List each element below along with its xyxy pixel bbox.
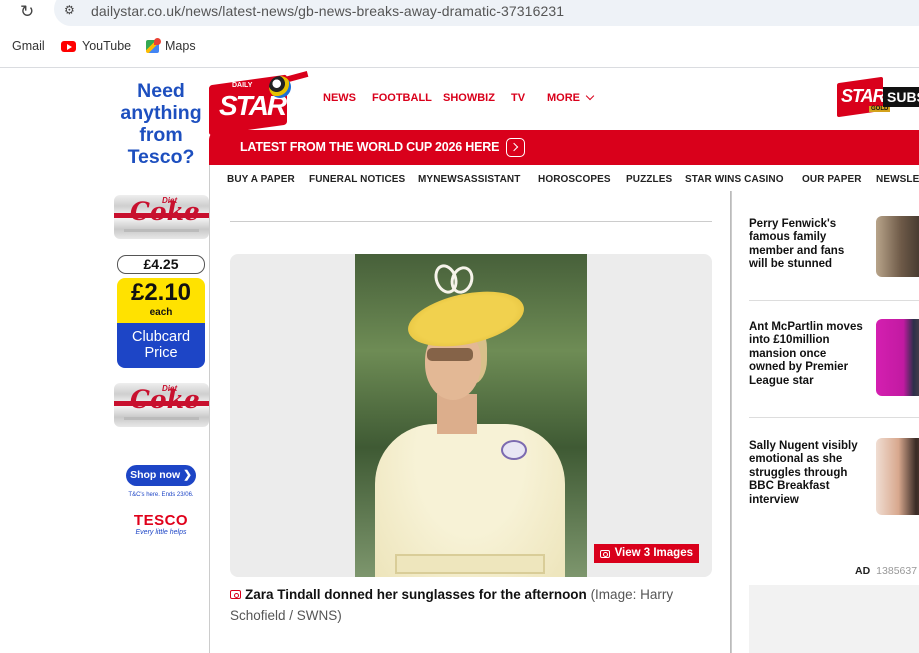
subnav-horoscopes[interactable]: HOROSCOPES [538, 174, 611, 185]
subnav-buy-a-paper[interactable]: BUY A PAPER [227, 174, 295, 185]
subnav-funeral-notices[interactable]: FUNERAL NOTICES [309, 174, 405, 185]
story-thumbnail[interactable] [876, 438, 919, 515]
camera-icon [230, 590, 241, 599]
neck [437, 394, 477, 434]
clubcard-label: Clubcard Price [117, 323, 205, 368]
bookmark-youtube[interactable]: YouTube [61, 39, 131, 53]
ad-headline-line: anything [120, 102, 202, 124]
story-title[interactable]: Perry Fenwick's famous family member and… [749, 218, 863, 272]
ad-terms[interactable]: T&C's here. Ends 23/06. [112, 492, 210, 498]
ad-slot[interactable] [749, 585, 919, 653]
bookmark-label: Maps [165, 39, 196, 53]
subnav-star-wins-casino[interactable]: STAR WINS CASINO [685, 174, 784, 185]
nav-showbiz[interactable]: SHOWBIZ [443, 92, 495, 104]
view-images-button[interactable]: View 3 Images [593, 544, 699, 563]
site-info-icon[interactable]: ⚙ [64, 3, 78, 17]
story-thumbnail[interactable] [876, 216, 919, 277]
address-bar-row: ↻ ⚙ dailystar.co.uk/news/latest-news/gb-… [0, 0, 919, 27]
article-column: View 3 Images Zara Tindall donned her su… [209, 191, 731, 653]
racecourse-badge [501, 440, 527, 460]
nav-more[interactable]: MORE [547, 91, 595, 104]
url-text[interactable]: dailystar.co.uk/news/latest-news/gb-news… [91, 3, 564, 19]
ad-label: AD 1385637 [855, 565, 917, 577]
price-each: each [149, 307, 173, 318]
related-story[interactable]: Ant McPartlin moves into £10million mans… [749, 319, 919, 401]
ad-headline: Need anything from Tesco? [112, 80, 210, 168]
nav-news[interactable]: NEWS [323, 92, 356, 104]
related-story[interactable]: Perry Fenwick's famous family member and… [749, 216, 919, 280]
article-image-gallery[interactable]: View 3 Images [230, 254, 712, 577]
can-stripe [124, 417, 199, 420]
bookmark-maps[interactable]: Maps [146, 37, 196, 53]
story-thumbnail[interactable] [876, 319, 919, 396]
bookmark-label: YouTube [82, 39, 132, 53]
subnav-our-paper[interactable]: OUR PAPER [802, 174, 862, 185]
clubcard-price-box: £2.10 each Clubcard Price [117, 278, 205, 368]
tesco-strapline: Every little helps [135, 529, 187, 536]
ad-headline-line: Need [137, 80, 185, 102]
banner-text: LATEST FROM THE WORLD CUP 2026 HERE [240, 140, 500, 154]
youtube-icon [61, 40, 76, 52]
bookmark-label: Gmail [12, 39, 45, 53]
daily-star-logo[interactable]: DAILY STAR [209, 70, 309, 136]
old-price: £4.25 [117, 255, 205, 274]
diet-label: Diet [162, 196, 178, 205]
can-stripe [124, 229, 199, 232]
divider [749, 300, 919, 301]
nav-football[interactable]: FOOTBALL [372, 92, 432, 104]
belt [395, 554, 545, 574]
new-price: £2.10 [130, 279, 192, 306]
divider [749, 417, 919, 418]
tesco-ad[interactable]: Need anything from Tesco? Coke Diet £4.2… [112, 68, 210, 653]
price-yellow: £2.10 each [117, 278, 205, 323]
tesco-logo: TESCO [133, 512, 189, 529]
star-gold-subscribe[interactable]: STAR GOLD SUBSC [835, 76, 919, 120]
ad-id: 1385637 [876, 565, 918, 577]
story-title[interactable]: Sally Nugent visibly emotional as she st… [749, 440, 863, 507]
gmail-icon [0, 41, 6, 52]
world-cup-banner[interactable]: LATEST FROM THE WORLD CUP 2026 HERE [209, 130, 919, 165]
nav-more-label: MORE [547, 92, 580, 104]
view-images-label: View 3 Images [614, 547, 693, 559]
zara-tindall-photo [355, 254, 587, 577]
related-stories: Perry Fenwick's famous family member and… [731, 191, 919, 653]
maps-icon [146, 37, 161, 53]
bookmark-gmail[interactable]: Gmail [0, 39, 45, 53]
caption-text: Zara Tindall donned her sunglasses for t… [245, 587, 587, 602]
subscribe-label: SUBSC [883, 87, 919, 107]
ad-headline-line: from [139, 124, 183, 146]
divider [230, 221, 712, 222]
camera-icon [599, 549, 610, 558]
diet-label: Diet [162, 384, 178, 393]
shop-now-button[interactable]: Shop now ❯ [126, 465, 196, 486]
subnav-puzzles[interactable]: PUZZLES [626, 174, 672, 185]
gold-logo-text: STAR [841, 86, 886, 106]
logo-daily-text: DAILY [232, 82, 253, 89]
web-page: Need anything from Tesco? Coke Diet £4.2… [0, 68, 919, 653]
ad-label-text: AD [855, 565, 871, 577]
chevron-down-icon [585, 91, 595, 101]
coke-can-image: Coke Diet [114, 383, 209, 427]
clubcard-line: Clubcard [131, 329, 191, 345]
subnav-mynewsassistant[interactable]: MYNEWSASSISTANT [418, 174, 520, 185]
clubcard-line: Price [144, 345, 178, 361]
secondary-nav: BUY A PAPER FUNERAL NOTICES MYNEWSASSIST… [209, 165, 919, 191]
chevron-right-icon [506, 138, 525, 157]
subnav-newsletters[interactable]: NEWSLET [876, 174, 919, 185]
story-title[interactable]: Ant McPartlin moves into £10million mans… [749, 321, 863, 388]
reload-icon[interactable]: ↻ [20, 2, 34, 22]
football-icon [269, 76, 291, 98]
nav-tv[interactable]: TV [511, 92, 525, 104]
related-story[interactable]: Sally Nugent visibly emotional as she st… [749, 438, 919, 515]
coke-can-image: Coke Diet [114, 195, 209, 239]
sunglasses [427, 348, 473, 361]
bookmarks-bar: Gmail YouTube Maps [0, 33, 919, 61]
image-caption: Zara Tindall donned her sunglasses for t… [230, 584, 712, 626]
ad-headline-line: Tesco? [127, 146, 195, 168]
